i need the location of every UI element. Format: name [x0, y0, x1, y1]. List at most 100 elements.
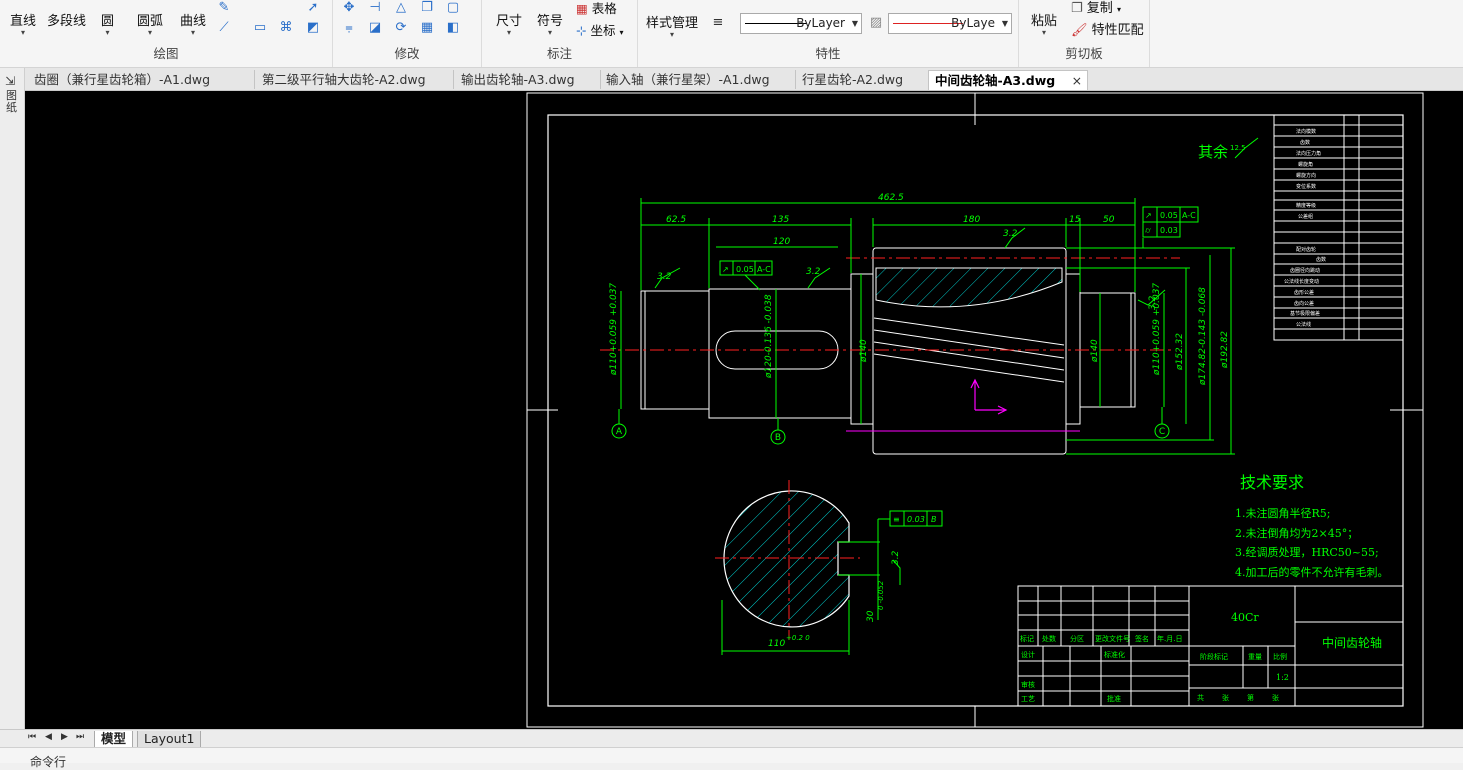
dim-sec-width: 110 [768, 639, 785, 649]
param-row: 配对齿轮 [1296, 246, 1316, 253]
tol-r2-sym: ⌭ [1145, 226, 1151, 235]
copy-object-icon[interactable]: ❐ [419, 0, 435, 16]
style-manager-button[interactable]: 样式管理 ▾ [646, 12, 698, 39]
scale-icon[interactable]: ◪ [367, 20, 383, 36]
trim-icon[interactable]: ⊣ [367, 0, 383, 16]
dim-sec-depth: 30 [866, 610, 876, 622]
dim-15: 15 [1069, 215, 1081, 225]
ribbon-group-draw: 直线 ▾ 多段线 圆 ▾ 圆弧 ▾ 曲线 ▾ ✎ ⟋ ▭ ⌘ ➚ ◩ 绘图 [0, 0, 333, 67]
tech-item-4: 4.加工后的零件不允许有毛刺。 [1235, 565, 1389, 579]
lineweight-list-icon[interactable]: ≡ [710, 15, 726, 31]
match-properties-button[interactable]: 🖌 特性匹配 [1071, 19, 1144, 38]
part-name-text: 中间齿轮轴 [1322, 635, 1382, 650]
symbol-button-label: 符号 [537, 14, 564, 29]
roughness-mark: 3.2 [1003, 229, 1018, 239]
paste-button[interactable]: 粘贴 ▾ [1031, 10, 1057, 37]
lineweight-combo[interactable]: ByLaye ▼ [888, 13, 1012, 34]
tb-left-label: 审核 [1021, 680, 1035, 689]
polyline-button-label: 多段线 [47, 14, 87, 29]
chevron-down-icon: ▾ [507, 28, 512, 37]
tab-label: 第二级平行轴大齿轮-A2.dwg [262, 72, 426, 87]
pencil-icon[interactable]: ✎ [216, 0, 232, 16]
gradient-icon[interactable]: ◩ [305, 20, 321, 36]
stretch-icon[interactable]: ⩦ [341, 20, 357, 36]
match-properties-label: 特性匹配 [1091, 23, 1144, 38]
style-manager-label: 样式管理 [646, 16, 699, 31]
edit-icon[interactable]: ◧ [445, 20, 461, 36]
circle-button[interactable]: 圆 ▾ [101, 10, 114, 37]
param-row: 齿圈径向跳动 [1290, 267, 1320, 274]
tab-model[interactable]: 模型 [94, 731, 134, 748]
rotate-icon[interactable]: ⟳ [393, 20, 409, 36]
last-layout-icon[interactable]: ⏭ [76, 732, 84, 742]
rectangle-icon[interactable]: ▭ [252, 20, 268, 36]
command-line[interactable]: 命令行 [0, 747, 1463, 769]
array-icon[interactable]: ▦ [419, 20, 435, 36]
mirror-icon[interactable]: △ [393, 0, 409, 16]
move-icon[interactable]: ✥ [341, 0, 357, 16]
ribbon-group-annotate: 尺寸 ▾ 符号 ▾ ▦ 表格 ⊹ 坐标 ▾ 标注 [482, 0, 638, 67]
param-row: 公法线长度变动 [1284, 278, 1319, 285]
chevron-down-icon: ▼ [851, 19, 858, 28]
tab-layout1[interactable]: Layout1 [137, 731, 202, 748]
tab-label: 行星齿轮-A2.dwg [802, 72, 904, 87]
next-layout-icon[interactable]: ▶ [61, 732, 68, 742]
dimension-button[interactable]: 尺寸 ▾ [496, 10, 522, 37]
param-row: 齿数 [1316, 256, 1326, 263]
tb-left-label: 批准 [1107, 694, 1121, 703]
chevron-down-icon: ▾ [21, 28, 26, 37]
properties-icon[interactable]: ▢ [445, 0, 461, 16]
tab-doc-4[interactable]: 输入轴（兼行星架）-A1.dwg [600, 70, 796, 89]
prev-layout-icon[interactable]: ◀ [45, 732, 52, 742]
sheet-set-icon[interactable]: ⇲ [5, 74, 15, 88]
brush-icon: 🖌 [1071, 23, 1088, 38]
copy-button-label: 复制 [1086, 1, 1113, 16]
diagonal-line-icon[interactable]: ⟋ [216, 20, 232, 36]
param-row: 螺旋方向 [1296, 172, 1316, 179]
chevron-down-icon: ▾ [619, 28, 624, 37]
ribbon-group-properties-label: 特性 [815, 46, 841, 61]
tb-right-label: 阶段标记 [1200, 652, 1228, 661]
tb-right-label: 重量 [1248, 653, 1262, 661]
param-row: 螺旋角 [1298, 161, 1313, 168]
dim-62-5: 62.5 [666, 215, 686, 225]
table-button[interactable]: ▦ 表格 [576, 0, 617, 17]
dim-dia-152: ø152.32 [1175, 333, 1185, 371]
chevron-down-icon: ▾ [148, 28, 153, 37]
curve-button-label: 曲线 [180, 14, 207, 29]
copy-button[interactable]: ❐ 复制 ▾ [1071, 0, 1121, 16]
curve-button[interactable]: 曲线 ▾ [180, 10, 206, 37]
param-row: 法向压力角 [1296, 150, 1321, 157]
first-layout-icon[interactable]: ⏮ [28, 732, 36, 742]
table-icon: ▦ [576, 1, 588, 16]
sheet-set-label[interactable]: 图纸 [6, 90, 18, 114]
dimension-texts: 462.5 62.5 135 120 180 15 50 ø110+0.059 … [609, 193, 1230, 565]
line-button[interactable]: 直线 ▾ [10, 10, 36, 37]
arc-button[interactable]: 圆弧 ▾ [137, 10, 163, 37]
symbol-button[interactable]: 符号 ▾ [537, 10, 563, 37]
dim-sec-depth-tol: 0 -0.052 [877, 580, 885, 610]
param-row: 齿向公差 [1294, 300, 1314, 307]
transparency-icon[interactable]: ▨ [868, 15, 884, 31]
coordinate-button[interactable]: ⊹ 坐标 ▾ [576, 20, 623, 39]
tol-r2-val: 0.03 [1160, 226, 1178, 235]
param-row: 变位系数 [1296, 183, 1316, 190]
ribbon-group-modify: ✥ ⊣ △ ❐ ▢ ⩦ ◪ ⟳ ▦ ◧ 修改 [333, 0, 482, 67]
tb-row-label: 更改文件号 [1095, 634, 1130, 643]
close-icon[interactable]: × [1072, 73, 1082, 88]
polyline-button[interactable]: 多段线 [47, 10, 86, 29]
ribbon-group-properties: 样式管理 ▾ ≡ ByLayer ▼ ▨ ByLaye ▼ 特性 [638, 0, 1019, 67]
tab-doc-1[interactable]: 齿圈（兼行星齿轮箱）-A1.dwg [28, 70, 255, 89]
tab-label: 输出齿轮轴-A3.dwg [461, 72, 575, 87]
tab-doc-2[interactable]: 第二级平行轴大齿轮-A2.dwg [256, 70, 454, 89]
document-tab-bar: 齿圈（兼行星齿轮箱）-A1.dwg 第二级平行轴大齿轮-A2.dwg 输出齿轮轴… [0, 68, 1463, 91]
tab-doc-3[interactable]: 输出齿轮轴-A3.dwg [455, 70, 601, 89]
linetype-combo[interactable]: ByLayer ▼ [740, 13, 862, 34]
pointer-icon[interactable]: ➚ [305, 0, 321, 16]
hatch-icon[interactable]: ⌘ [278, 20, 294, 36]
tab-doc-6-active[interactable]: 中间齿轮轴-A3.dwg × [928, 70, 1088, 90]
drawing-canvas[interactable]: A B C 462.5 62.5 135 120 180 15 50 ø110+… [25, 91, 1463, 729]
dim-dia-174: ø174.82-0.143 -0.068 [1198, 287, 1208, 386]
chevron-down-icon: ▼ [1001, 19, 1008, 28]
tab-doc-5[interactable]: 行星齿轮-A2.dwg [796, 70, 929, 89]
